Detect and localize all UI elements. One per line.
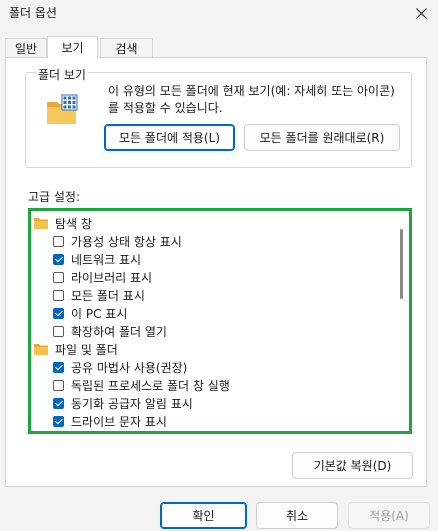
- folder-options-window: 폴더 옵션 일반 보기 검색 폴더 보기 이 유형의 모든 폴더에 현재 보기(…: [0, 0, 438, 531]
- setting-label: 네트워크 표시: [71, 252, 142, 267]
- checkbox-unchecked[interactable]: [53, 379, 64, 391]
- setting-label: 확장하여 폴더 열기: [71, 324, 167, 339]
- checkbox-checked[interactable]: [53, 397, 64, 409]
- checkbox-checked[interactable]: [53, 415, 64, 427]
- checkbox-unchecked[interactable]: [53, 271, 64, 283]
- folder-view-group-label: 폴더 보기: [36, 66, 88, 83]
- setting-checkbox-row[interactable]: 확장하여 폴더 열기: [53, 322, 167, 340]
- checkbox-unchecked[interactable]: [53, 235, 64, 247]
- setting-label: 탐색 창: [55, 216, 92, 231]
- setting-label: 공유 마법사 사용(권장): [71, 360, 188, 375]
- setting-checkbox-row[interactable]: 네트워크 표시: [53, 250, 141, 268]
- reset-all-folders-button[interactable]: 모든 폴더를 원래대로(R): [244, 124, 400, 151]
- tree-group-header: 파일 및 폴더: [34, 340, 118, 358]
- setting-label: 라이브러리 표시: [71, 270, 153, 285]
- setting-label: 로그온 시 이전 폴더 창 복원: [71, 431, 212, 432]
- tree-group-header: 탐색 창: [34, 214, 92, 232]
- checkbox-unchecked[interactable]: [53, 289, 64, 301]
- window-title: 폴더 옵션: [9, 6, 57, 20]
- close-button[interactable]: [404, 0, 438, 26]
- setting-label: 이 PC 표시: [71, 306, 128, 321]
- folder-view-description: 이 유형의 모든 폴더에 현재 보기(예: 자세히 또는 아이콘)를 적용할 수…: [108, 84, 395, 115]
- advanced-settings-label: 고급 설정:: [28, 190, 81, 204]
- setting-checkbox-row[interactable]: 동기화 공급자 알림 표시: [53, 394, 193, 412]
- cancel-button[interactable]: 취소: [256, 502, 338, 529]
- setting-label: 독립된 프로세스로 폴더 창 실행: [71, 378, 230, 393]
- setting-label: 동기화 공급자 알림 표시: [71, 396, 193, 411]
- checkbox-unchecked[interactable]: [53, 434, 64, 435]
- checkbox-checked[interactable]: [53, 361, 64, 373]
- checkbox-checked[interactable]: [53, 253, 64, 265]
- setting-label: 가용성 상태 항상 표시: [71, 234, 182, 249]
- folder-icon: [34, 218, 48, 229]
- setting-label: 파일 및 폴더: [55, 342, 118, 357]
- checkbox-checked[interactable]: [53, 307, 64, 319]
- tab-view[interactable]: 보기: [47, 36, 98, 58]
- setting-checkbox-row[interactable]: 라이브러리 표시: [53, 268, 152, 286]
- setting-label: 드라이브 문자 표시: [71, 414, 167, 429]
- setting-checkbox-row[interactable]: 모든 폴더 표시: [53, 286, 145, 304]
- title-bar: 폴더 옵션: [0, 0, 438, 26]
- setting-checkbox-row[interactable]: 드라이브 문자 표시: [53, 412, 167, 430]
- apply-button[interactable]: 적용(A): [348, 502, 430, 529]
- folder-icon: [34, 344, 48, 355]
- scrollbar-thumb[interactable]: [400, 229, 403, 299]
- folder-view-icon: [47, 94, 78, 124]
- checkbox-unchecked[interactable]: [53, 325, 64, 337]
- ok-button[interactable]: 확인: [160, 502, 247, 529]
- tab-general[interactable]: 일반: [5, 38, 47, 57]
- restore-defaults-button[interactable]: 기본값 복원(D): [292, 452, 413, 479]
- setting-label: 모든 폴더 표시: [71, 288, 145, 303]
- setting-checkbox-row[interactable]: 독립된 프로세스로 폴더 창 실행: [53, 376, 230, 394]
- close-icon: [415, 7, 427, 19]
- apply-to-all-folders-button[interactable]: 모든 폴더에 적용(L): [104, 124, 235, 151]
- setting-checkbox-row[interactable]: 로그온 시 이전 폴더 창 복원: [53, 430, 212, 435]
- advanced-settings-tree[interactable]: 탐색 창가용성 상태 항상 표시네트워크 표시라이브러리 표시모든 폴더 표시이…: [28, 208, 412, 434]
- setting-checkbox-row[interactable]: 가용성 상태 항상 표시: [53, 232, 182, 250]
- setting-checkbox-row[interactable]: 이 PC 표시: [53, 304, 127, 322]
- setting-checkbox-row[interactable]: 공유 마법사 사용(권장): [53, 358, 187, 376]
- tab-search[interactable]: 검색: [100, 38, 153, 57]
